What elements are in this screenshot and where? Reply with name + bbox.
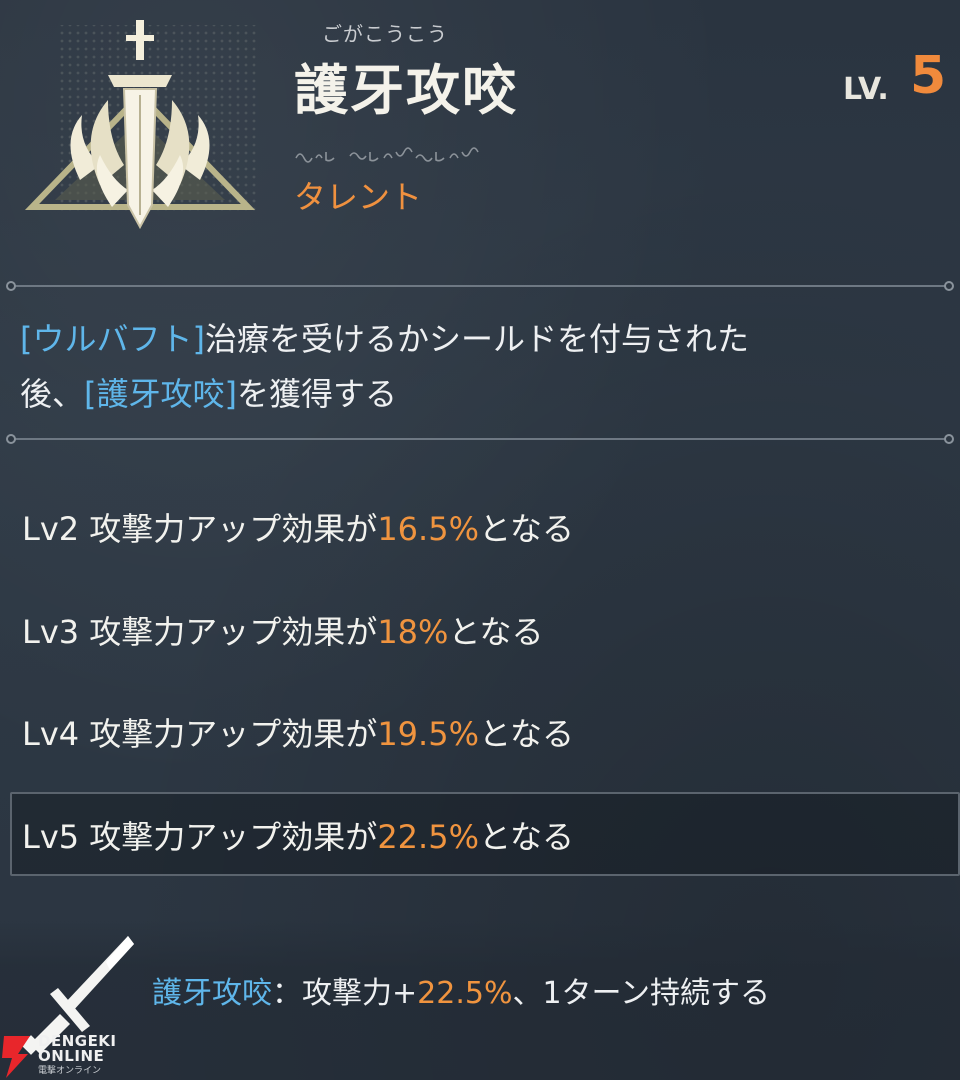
effect-name[interactable]: 護牙攻咬 [152, 976, 272, 1011]
rune-script-decoration [295, 147, 479, 163]
level-row-value: 19.5% [377, 715, 479, 753]
level-row-suffix: となる [478, 510, 575, 548]
description-line-1: [ウルバフト]治療を受けるかシールドを付与された [20, 312, 940, 367]
effect-suffix: 、1ターン持続する [512, 976, 771, 1011]
divider-top [6, 281, 954, 291]
watermark-line-2: ONLINE [38, 1047, 105, 1065]
level-row-value: 18% [377, 613, 449, 651]
level-row-label: Lv5 攻撃力アップ効果が [22, 818, 378, 856]
effect-summary: 護牙攻咬：攻撃力+22.5%、1ターン持続する [152, 968, 770, 1012]
description-line-2: 後、[護牙攻咬]を獲得する [20, 367, 940, 422]
level-row-label: Lv2 攻撃力アップ効果が [22, 510, 378, 548]
keyword-gogakoukou[interactable]: [護牙攻咬] [84, 375, 237, 413]
level-row-suffix: となる [448, 613, 544, 651]
effect-separator: ：攻撃力+ [272, 976, 418, 1011]
description-text: 治療を受けるかシールドを付与された [204, 320, 749, 358]
skill-description: [ウルバフト]治療を受けるかシールドを付与された 後、[護牙攻咬]を獲得する [20, 312, 940, 422]
description-text: を獲得する [237, 375, 398, 413]
skill-category: タレント [294, 178, 423, 216]
skill-name-ruby: ごがこうこう [322, 22, 448, 46]
description-text: 後、 [20, 375, 85, 413]
level-row-suffix: となる [478, 818, 575, 856]
level-row-suffix: となる [478, 715, 575, 753]
skill-name: 護牙攻咬 [294, 59, 518, 122]
level-row-label: Lv3 攻撃力アップ効果が [22, 613, 378, 651]
level-row-value: 22.5% [377, 818, 479, 856]
level-row-4: Lv4 攻撃力アップ効果が19.5%となる [22, 709, 574, 755]
effect-value: 22.5% [417, 976, 513, 1011]
level-label: LV. [843, 72, 889, 107]
level-row-label: Lv4 攻撃力アップ効果が [22, 715, 378, 753]
level-row-5-current: Lv5 攻撃力アップ効果が22.5%となる [22, 812, 574, 858]
skill-header: ごがこうこう 護牙攻咬 LV. 5 タレント [0, 0, 960, 270]
level-value: 5 [910, 46, 947, 106]
level-row-3: Lv3 攻撃力アップ効果が18%となる [22, 607, 543, 653]
level-row-value: 16.5% [377, 510, 479, 548]
keyword-ulbaft[interactable]: [ウルバフト] [20, 320, 205, 358]
watermark-subtext: 電撃オンライン [38, 1066, 102, 1076]
divider-middle [6, 434, 954, 444]
sword-claw-emblem-icon [24, 20, 260, 230]
level-row-2: Lv2 攻撃力アップ効果が16.5%となる [22, 504, 574, 550]
watermark-text: DENGEKI ONLINE [38, 1034, 117, 1064]
